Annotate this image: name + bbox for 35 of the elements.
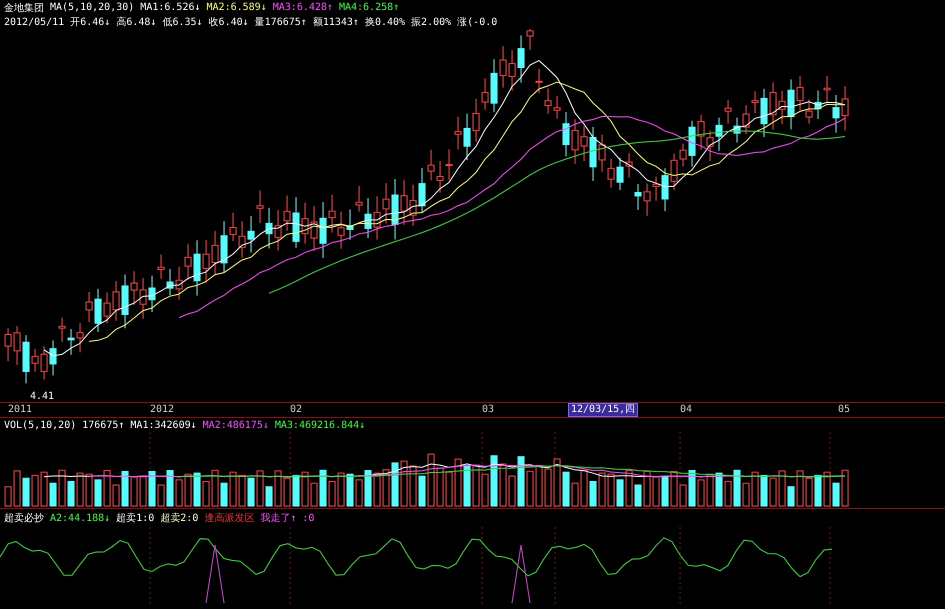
axis-label: 02 xyxy=(290,404,302,415)
volume-value: MA1:342609↓ xyxy=(130,420,197,430)
quote-field: 涨(-0.0 xyxy=(457,15,498,29)
stock-name: 金地集团 xyxy=(4,2,44,14)
price-label: 4.41 xyxy=(30,391,54,402)
volume-value: 176675↑ xyxy=(82,420,124,430)
quote-field: 量176675↑ xyxy=(254,15,307,29)
ma-value: MA3:6.428↑ xyxy=(272,2,333,13)
quote-field: 换0.40% xyxy=(364,15,406,29)
axis-label: 05 xyxy=(838,404,850,415)
indicator-value: 超卖2:0 xyxy=(160,512,198,525)
quote-field: 高6.48↓ xyxy=(116,15,156,29)
volume-value: VOL(5,10,20) xyxy=(4,420,76,430)
indicator-value: 逢高派发区 xyxy=(204,512,254,525)
indicator-value: 我走了↑ :0 xyxy=(260,512,314,525)
quote-field: 低6.35↓ xyxy=(162,15,203,29)
ma-value: MA2:6.589↓ xyxy=(206,2,267,13)
quote-field: 开6.46↓ xyxy=(70,15,110,29)
quote-field: 收6.40↓ xyxy=(208,15,249,29)
ma-label: MA(5,10,20,30) xyxy=(50,2,134,13)
volume-value: MA3:469216.844↓ xyxy=(274,420,366,430)
axis-label: 03 xyxy=(482,404,494,415)
axis-label: 2012 xyxy=(150,404,174,415)
ma-value: MA1:6.526↓ xyxy=(140,2,201,13)
cursor-date-label: 12/03/15,四 xyxy=(568,403,638,417)
axis-label: 2011 xyxy=(8,404,32,415)
ma-value: MA4:6.258↑ xyxy=(338,2,400,13)
quote-date: 2012/05/11 xyxy=(4,16,64,28)
axis-label: 04 xyxy=(680,404,692,415)
indicator-value: 超卖1:0 xyxy=(116,512,154,525)
quote-field: 振2.00% xyxy=(411,15,452,29)
indicator-value: A2:44.188↓ xyxy=(50,512,110,524)
indicator-value: 超卖必抄 xyxy=(4,512,44,525)
volume-value: MA2:486175↓ xyxy=(202,420,269,430)
quote-field: 额11343↑ xyxy=(312,15,359,29)
